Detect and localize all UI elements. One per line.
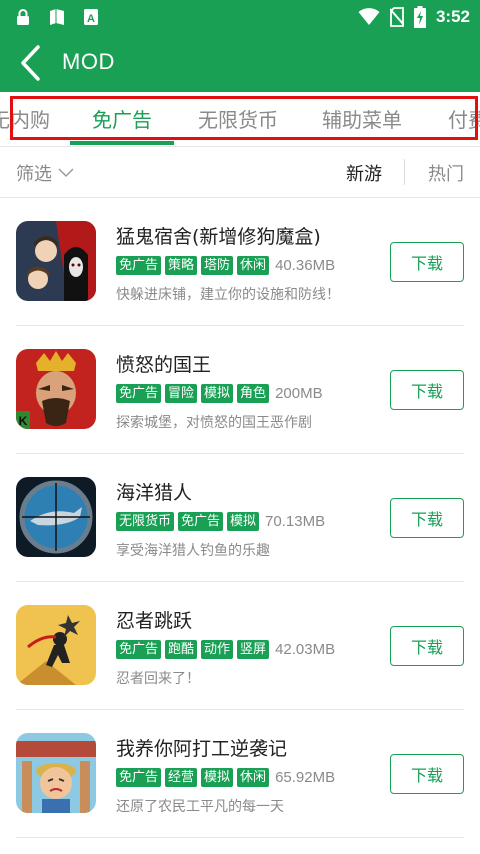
list-item[interactable]: 我养你阿打工逆袭记 免广告 经营 模拟 休闲 65.92MB 还原了农民工平凡的… <box>0 710 480 838</box>
app-tag: 角色 <box>237 384 270 403</box>
download-button[interactable]: 下载 <box>390 242 464 282</box>
app-tag: 竖屏 <box>237 640 270 659</box>
app-size: 65.92MB <box>275 769 336 786</box>
sort-divider <box>404 159 405 185</box>
app-size: 200MB <box>275 385 323 402</box>
app-tag: 塔防 <box>201 256 234 275</box>
sim-card-icon <box>50 9 64 25</box>
tab-unlimited-currency[interactable]: 无限货币 <box>198 104 278 133</box>
filter-button[interactable]: 筛选 <box>16 160 74 186</box>
divider <box>16 837 464 838</box>
app-name: 愤怒的国王 <box>116 354 212 376</box>
wifi-icon <box>358 8 380 25</box>
app-tag: 模拟 <box>201 384 234 403</box>
app-description: 还原了农民工平凡的每一天 <box>116 799 284 815</box>
app-tag: 休闲 <box>237 768 270 787</box>
app-description: 探索城堡，对愤怒的国王恶作剧 <box>116 415 312 431</box>
app-icon-ninja-jump <box>16 605 96 685</box>
app-tag: 免广告 <box>116 256 162 275</box>
filter-label: 筛选 <box>16 164 52 185</box>
category-tabs: 无内购 免广告 无限货币 辅助菜单 付费 <box>0 92 480 146</box>
app-tag: 冒险 <box>165 384 198 403</box>
app-bar: MOD <box>0 34 480 92</box>
chevron-down-icon <box>58 168 74 178</box>
status-right-icons: 3:52 <box>358 6 470 28</box>
status-left-icons: A <box>14 8 100 26</box>
app-tag: 免广告 <box>116 768 162 787</box>
battery-charging-icon <box>413 6 426 28</box>
app-tag: 免广告 <box>178 512 224 531</box>
tab-assist-menu[interactable]: 辅助菜单 <box>322 104 402 133</box>
tab-paid[interactable]: 付费 <box>448 104 480 133</box>
app-icon-angry-king: K <box>16 349 96 429</box>
app-name: 我养你阿打工逆袭记 <box>116 738 288 760</box>
app-tags: 免广告 经营 模拟 休闲 65.92MB <box>116 768 335 787</box>
app-size: 42.03MB <box>275 641 336 658</box>
app-name: 海洋猎人 <box>116 482 193 504</box>
app-tags: 免广告 跑酷 动作 竖屏 42.03MB <box>116 640 335 659</box>
app-description: 享受海洋猎人钓鱼的乐趣 <box>116 543 270 559</box>
svg-text:A: A <box>87 13 95 25</box>
back-button[interactable] <box>10 43 50 83</box>
app-tag: 免广告 <box>116 384 162 403</box>
download-button[interactable]: 下载 <box>390 626 464 666</box>
app-tag: 无限货币 <box>116 512 175 531</box>
app-name: 猛鬼宿舍(新增修狗魔盒) <box>116 226 321 248</box>
app-icon-ghost-dorm <box>16 221 96 301</box>
app-icon-worker-story <box>16 733 96 813</box>
list-item[interactable]: K 愤怒的国王 免广告 冒险 模拟 角色 200MB 探索城堡，对愤怒的国王恶作… <box>0 326 480 454</box>
list-item[interactable]: 忍者跳跃 免广告 跑酷 动作 竖屏 42.03MB 忍者回来了！ 下载 <box>0 582 480 710</box>
app-tag: 模拟 <box>201 768 234 787</box>
app-tags: 免广告 冒险 模拟 角色 200MB <box>116 384 323 403</box>
app-tag: 免广告 <box>116 640 162 659</box>
active-tab-indicator <box>70 141 174 145</box>
app-tag: 经营 <box>165 768 198 787</box>
app-tags: 无限货币 免广告 模拟 70.13MB <box>116 512 325 531</box>
download-button[interactable]: 下载 <box>390 754 464 794</box>
app-name: 忍者跳跃 <box>116 610 193 632</box>
status-time: 3:52 <box>435 7 470 26</box>
app-tag: 动作 <box>201 640 234 659</box>
app-size: 40.36MB <box>275 257 336 274</box>
page-title: MOD <box>62 49 115 74</box>
app-description: 忍者回来了！ <box>116 671 200 687</box>
tab-no-iap[interactable]: 无内购 <box>0 104 50 133</box>
filter-bar: 筛选 新游 热门 <box>0 146 480 198</box>
app-tag: 休闲 <box>237 256 270 275</box>
list-item[interactable]: 猛鬼宿舍(新增修狗魔盒) 免广告 策略 塔防 休闲 40.36MB 快躲进床铺，… <box>0 198 480 326</box>
app-description: 快躲进床铺，建立你的设施和防线！ <box>116 287 340 303</box>
app-list: 猛鬼宿舍(新增修狗魔盒) 免广告 策略 塔防 休闲 40.36MB 快躲进床铺，… <box>0 198 480 838</box>
app-tags: 免广告 策略 塔防 休闲 40.36MB <box>116 256 335 275</box>
app-tag: 模拟 <box>227 512 260 531</box>
no-sim-icon <box>389 7 404 27</box>
app-a-icon: A <box>84 9 98 25</box>
chevron-left-icon <box>21 45 40 81</box>
list-item[interactable]: 海洋猎人 无限货币 免广告 模拟 70.13MB 享受海洋猎人钓鱼的乐趣 下载 <box>0 454 480 582</box>
download-button[interactable]: 下载 <box>390 498 464 538</box>
download-button[interactable]: 下载 <box>390 370 464 410</box>
svg-text:K: K <box>19 414 28 428</box>
lock-icon <box>17 9 29 25</box>
app-tag: 策略 <box>165 256 198 275</box>
app-size: 70.13MB <box>265 513 326 530</box>
status-bar: A 3:52 <box>0 0 480 34</box>
app-tag: 跑酷 <box>165 640 198 659</box>
tab-ad-free[interactable]: 免广告 <box>92 104 152 133</box>
sort-hot-button[interactable]: 热门 <box>428 160 464 186</box>
sort-new-button[interactable]: 新游 <box>346 160 382 186</box>
app-icon-ocean-hunter <box>16 477 96 557</box>
